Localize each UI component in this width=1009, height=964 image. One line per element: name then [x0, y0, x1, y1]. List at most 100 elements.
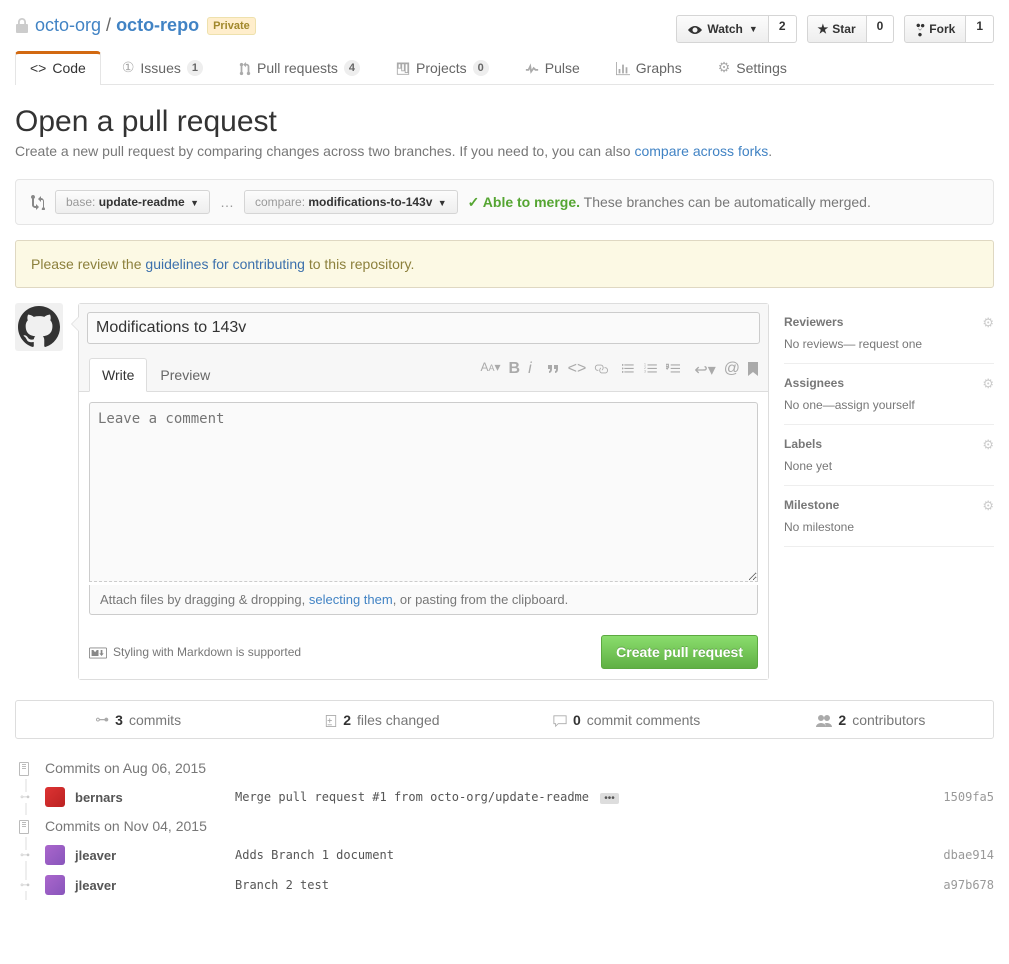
repo-push-icon [17, 815, 31, 836]
commit-sha[interactable]: dbae914 [943, 848, 994, 862]
selecting-files-link[interactable]: selecting them [309, 592, 393, 607]
sidebar-reviewers[interactable]: Reviewers No reviews— request one ⚙ [784, 303, 994, 364]
commit-message[interactable]: Branch 2 test [235, 878, 933, 892]
write-tab[interactable]: Write [89, 358, 147, 392]
svg-text:3: 3 [644, 369, 646, 373]
star-icon: ★ [818, 19, 829, 39]
page-title: Open a pull request [15, 105, 994, 139]
stats-files[interactable]: 2 files changed [260, 701, 504, 738]
commit-dot-icon: ⊶ [20, 850, 30, 861]
commit-dot-icon: ⊶ [20, 792, 30, 803]
fork-count[interactable]: 1 [966, 15, 994, 43]
range-dots: … [220, 194, 234, 210]
eye-icon [687, 19, 703, 39]
commit-avatar[interactable] [45, 787, 65, 807]
project-icon [396, 59, 410, 75]
commit-sha[interactable]: a97b678 [943, 878, 994, 892]
commit-row[interactable]: ⊶ jleaver Branch 2 test a97b678 [15, 870, 994, 900]
pulse-icon [525, 59, 539, 75]
issue-icon: ① [122, 59, 135, 76]
gear-icon: ⚙ [718, 59, 731, 76]
quote-icon[interactable] [546, 360, 560, 380]
expand-ellipsis[interactable]: ••• [600, 793, 619, 804]
gear-icon[interactable]: ⚙ [982, 315, 994, 331]
stats-comments[interactable]: 0 commit comments [505, 701, 749, 738]
commit-icon: ⊶ [95, 711, 109, 728]
comment-icon [553, 711, 567, 727]
commit-message[interactable]: Merge pull request #1 from octo-org/upda… [235, 790, 933, 804]
link-icon[interactable] [594, 360, 608, 380]
formatting-toolbar: AA▾ B i <> 123 ↩▾ @ [480, 360, 758, 380]
tab-pulls[interactable]: Pull requests4 [224, 51, 375, 84]
textsize-icon[interactable]: AA▾ [480, 360, 500, 380]
gear-icon[interactable]: ⚙ [982, 498, 994, 514]
pr-title-input[interactable] [87, 312, 760, 344]
compare-branch-button[interactable]: compare: modifications-to-143v ▼ [244, 190, 458, 214]
reply-icon[interactable]: ↩▾ [694, 360, 715, 380]
commit-author[interactable]: bernars [75, 790, 225, 805]
task-icon[interactable] [666, 360, 680, 380]
repo-push-icon [17, 757, 31, 778]
watch-count[interactable]: 2 [769, 15, 797, 43]
commit-author[interactable]: jleaver [75, 878, 225, 893]
tab-pulse[interactable]: Pulse [510, 51, 595, 84]
compare-forks-link[interactable]: compare across forks [634, 143, 768, 159]
stats-commits[interactable]: ⊶3 commits [16, 701, 260, 738]
create-pr-button[interactable]: Create pull request [601, 635, 758, 669]
page-subtitle: Create a new pull request by comparing c… [15, 143, 994, 159]
branch-range-selector: base: update-readme ▼ … compare: modific… [15, 179, 994, 225]
graph-icon [616, 59, 630, 75]
markdown-icon [89, 645, 107, 659]
preview-tab[interactable]: Preview [147, 358, 223, 392]
user-avatar[interactable] [15, 303, 63, 351]
checkmark-icon: ✓ [468, 194, 480, 210]
code-icon: <> [30, 60, 46, 76]
lock-icon [15, 15, 29, 36]
tab-settings[interactable]: ⚙Settings [703, 51, 802, 84]
commit-row[interactable]: ⊶ jleaver Adds Branch 1 document dbae914 [15, 840, 994, 870]
commit-sha[interactable]: 1509fa5 [943, 790, 994, 804]
commit-group-title: Commits on Aug 06, 2015 [15, 754, 994, 782]
markdown-hint[interactable]: Styling with Markdown is supported [89, 645, 301, 659]
code-icon[interactable]: <> [568, 360, 587, 380]
commit-row[interactable]: ⊶ bernars Merge pull request #1 from octo-… [15, 782, 994, 812]
attach-hint: Attach files by dragging & dropping, sel… [89, 585, 758, 615]
bold-icon[interactable]: B [509, 360, 521, 380]
stats-contributors[interactable]: 2 contributors [749, 701, 993, 738]
merge-status: ✓ Able to merge. These branches can be a… [468, 194, 871, 211]
tab-graphs[interactable]: Graphs [601, 51, 697, 84]
ol-icon[interactable]: 123 [644, 360, 658, 380]
commit-message[interactable]: Adds Branch 1 document [235, 848, 933, 862]
gear-icon[interactable]: ⚙ [982, 437, 994, 453]
sidebar-assignees[interactable]: Assignees No one—assign yourself ⚙ [784, 364, 994, 425]
commit-avatar[interactable] [45, 845, 65, 865]
tab-projects[interactable]: Projects0 [381, 51, 504, 84]
tab-issues[interactable]: ①Issues1 [107, 51, 218, 84]
privacy-badge: Private [207, 17, 256, 35]
base-branch-button[interactable]: base: update-readme ▼ [55, 190, 210, 214]
fork-button[interactable]: Fork [904, 15, 966, 43]
guidelines-link[interactable]: guidelines for contributing [145, 256, 305, 272]
pr-body-textarea[interactable] [89, 402, 758, 582]
bookmark-icon[interactable] [748, 360, 758, 380]
mention-icon[interactable]: @ [724, 360, 740, 380]
italic-icon[interactable]: i [528, 360, 532, 380]
gear-icon[interactable]: ⚙ [982, 376, 994, 392]
sidebar-labels[interactable]: Labels None yet ⚙ [784, 425, 994, 486]
fork-icon [915, 19, 925, 39]
commit-avatar[interactable] [45, 875, 65, 895]
star-button[interactable]: ★ Star [807, 15, 867, 43]
ul-icon[interactable] [622, 360, 636, 380]
commit-author[interactable]: jleaver [75, 848, 225, 863]
commit-dot-icon: ⊶ [20, 880, 30, 891]
people-icon [816, 711, 832, 727]
tab-code[interactable]: <>Code [15, 51, 101, 85]
watch-button[interactable]: Watch▼ [676, 15, 768, 43]
repo-name-link[interactable]: octo-repo [116, 15, 199, 35]
repo-org-link[interactable]: octo-org [35, 15, 101, 36]
pr-icon [239, 59, 251, 75]
compare-icon [31, 194, 45, 211]
star-count[interactable]: 0 [867, 15, 895, 43]
sidebar-milestone[interactable]: Milestone No milestone ⚙ [784, 486, 994, 547]
contributing-notice: Please review the guidelines for contrib… [15, 240, 994, 288]
